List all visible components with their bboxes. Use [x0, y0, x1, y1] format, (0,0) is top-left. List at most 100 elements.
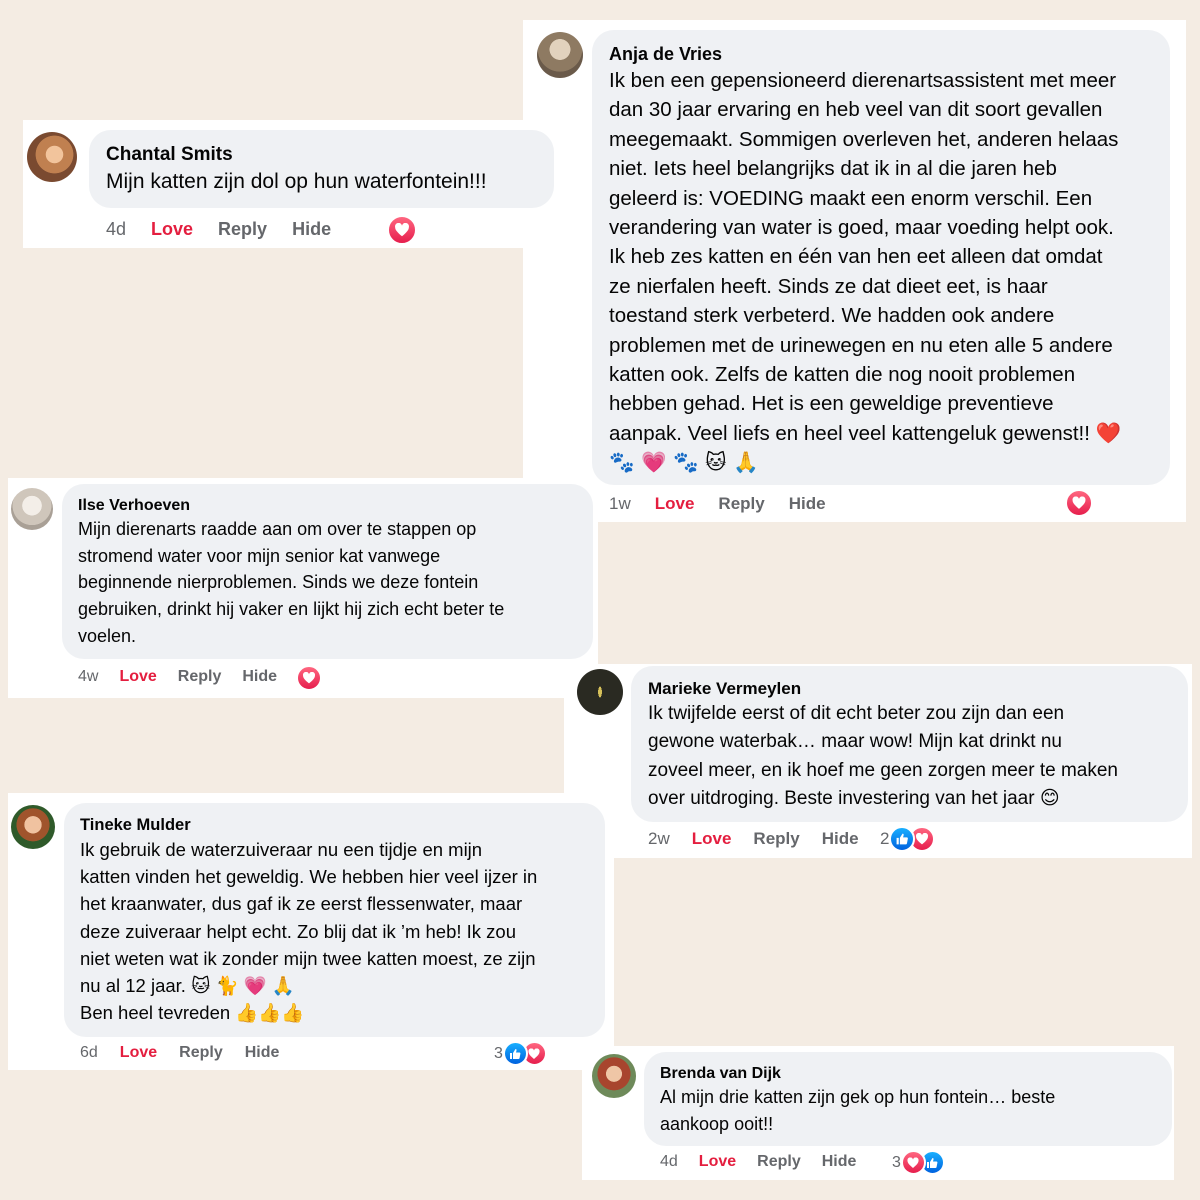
comment-actions: 4d Love Reply Hide — [106, 219, 331, 240]
timestamp[interactable]: 4d — [106, 219, 126, 240]
avatar[interactable] — [537, 32, 583, 78]
hide-button[interactable]: Hide — [822, 829, 859, 849]
comment-text: Al mijn drie katten zijn gek op hun font… — [660, 1084, 1158, 1138]
comment-text-line: deze zuiveraar helpt echt. Zo blij dat i… — [80, 920, 516, 942]
hide-button[interactable]: Hide — [242, 668, 277, 686]
reaction-count: 2 — [880, 829, 890, 848]
author-name[interactable]: Brenda van Dijk — [660, 1063, 1158, 1084]
comment-bubble: Ilse Verhoeven Mijn dierenarts raadde aa… — [62, 484, 593, 659]
reply-button[interactable]: Reply — [178, 668, 222, 686]
timestamp[interactable]: 4w — [78, 668, 98, 686]
comment-actions: 4d Love Reply Hide — [660, 1153, 856, 1171]
reply-button[interactable]: Reply — [718, 494, 764, 514]
comment-text-line: Ik gebruik de waterzuiveraar nu een tijd… — [80, 839, 483, 860]
timestamp[interactable]: 2w — [648, 829, 670, 849]
comment-text-line: Mijn dierenarts raadde aan om over te st… — [78, 519, 477, 539]
comment-text-line: ze nierfalen heeft. Sinds ze dat dieet e… — [609, 274, 1048, 298]
comment-text-line: het kraanwater, dus gaf ik ze eerst fles… — [80, 893, 523, 915]
heart-icon — [900, 1150, 926, 1175]
timestamp[interactable]: 6d — [80, 1044, 98, 1062]
comment-text-line: Ben heel tevreden 👍👍👍 — [80, 1002, 305, 1024]
comment-text-line: niet weten wat ik zonder mijn twee katte… — [80, 947, 536, 969]
comment-text: Ik gebruik de waterzuiveraar nu een tijd… — [80, 836, 591, 1026]
comment-text-line: meegemaakt. Sommigen overleven het, ande… — [609, 127, 1119, 151]
comment-text-line: beginnende nierproblemen. Sinds we deze … — [78, 572, 479, 593]
comment-text-line: dan 30 jaar ervaring en heb veel van dit… — [609, 98, 1103, 122]
comment-text-line: nu al 12 jaar. 🐱 🐈 💗 🙏 — [80, 975, 295, 997]
comment-text-line: Ik twijfelde eerst of dit echt beter zou… — [648, 703, 1065, 724]
reply-button[interactable]: Reply — [753, 829, 799, 849]
avatar[interactable] — [577, 669, 623, 715]
comment-actions: 1w Love Reply Hide — [609, 494, 826, 514]
timestamp[interactable]: 1w — [609, 494, 631, 514]
author-name[interactable]: Tineke Mulder — [80, 814, 591, 836]
emoji-line: 🐾 💗 🐾 🐱 🙏 — [609, 450, 759, 475]
comment-text-line: Ik heb zes katten en één van hen eet all… — [609, 245, 1103, 269]
thumbs-up-icon — [889, 826, 916, 852]
hide-button[interactable]: Hide — [822, 1153, 857, 1171]
reaction-summary[interactable]: 3 — [494, 1041, 547, 1066]
reaction-count: 3 — [494, 1044, 503, 1062]
reaction-summary[interactable] — [296, 665, 322, 691]
love-button[interactable]: Love — [655, 494, 695, 514]
comment-text-line: niet. Iets heel belangrijks dat ik in al… — [609, 157, 1057, 181]
reaction-summary[interactable] — [1065, 489, 1093, 517]
comment-text-line: problemen met de urinewegen en nu eten a… — [609, 333, 1113, 357]
reply-button[interactable]: Reply — [218, 219, 267, 240]
thumbs-up-icon — [502, 1041, 528, 1066]
comment-bubble: Marieke Vermeylen Ik twijfelde eerst of … — [631, 666, 1188, 822]
reaction-summary[interactable] — [387, 215, 417, 245]
comment-text: Mijn katten zijn dol op hun waterfontein… — [106, 167, 538, 197]
author-name[interactable]: Chantal Smits — [106, 143, 538, 167]
comment-text: Ik twijfelde eerst of dit echt beter zou… — [648, 700, 1174, 813]
avatar[interactable] — [11, 805, 55, 849]
timestamp[interactable]: 4d — [660, 1153, 678, 1171]
hide-button[interactable]: Hide — [789, 494, 826, 514]
reply-button[interactable]: Reply — [757, 1153, 801, 1171]
comment-text-line: gebruiken, drinkt hij vaker en lijkt hij… — [78, 599, 505, 620]
comment-text-line: stromend water voor mijn senior kat vanw… — [78, 545, 441, 566]
reply-button[interactable]: Reply — [179, 1044, 223, 1062]
love-button[interactable]: Love — [120, 1044, 157, 1062]
author-name[interactable]: Anja de Vries — [609, 42, 1154, 66]
comment-text-line: aankoop ooit!! — [660, 1114, 774, 1134]
comment-text-line: zoveel meer, en ik hoef me geen zorgen m… — [648, 759, 1118, 781]
comment-text-line: toestand sterk verbeterd. We hadden ook … — [609, 304, 1055, 328]
reaction-summary[interactable]: 3 — [892, 1150, 945, 1175]
love-button[interactable]: Love — [699, 1153, 736, 1171]
comment-text-line: verandering van water is goed, maar voed… — [609, 216, 1114, 240]
avatar[interactable] — [27, 132, 77, 182]
comment-bubble: Brenda van Dijk Al mijn drie katten zijn… — [644, 1052, 1172, 1146]
comment-text-line: Al mijn drie katten zijn gek op hun font… — [660, 1087, 1056, 1107]
love-button[interactable]: Love — [692, 829, 732, 849]
comment-bubble: Chantal Smits Mijn katten zijn dol op hu… — [89, 130, 554, 208]
author-name[interactable]: Ilse Verhoeven — [78, 496, 579, 516]
hide-button[interactable]: Hide — [292, 219, 331, 240]
comment-text-line: voelen. — [78, 625, 137, 646]
comment-card-brenda: Brenda van Dijk Al mijn drie katten zijn… — [582, 1046, 1174, 1180]
author-name[interactable]: Marieke Vermeylen — [648, 678, 1174, 700]
comment-text-line: katten ook. Zelfs de katten die nog nooi… — [609, 363, 1076, 387]
comment-bubble: Tineke Mulder Ik gebruik de waterzuivera… — [64, 803, 605, 1037]
love-button[interactable]: Love — [151, 219, 193, 240]
comment-text-line: hebben gehad. Het is een geweldige preve… — [609, 392, 1054, 416]
comment-actions: 2w Love Reply Hide — [648, 829, 859, 849]
comment-text-line: geleerd is: VOEDING maakt een enorm vers… — [609, 186, 1093, 210]
avatar[interactable] — [592, 1054, 636, 1098]
reaction-summary[interactable]: 2 — [880, 826, 936, 852]
comment-card-chantal: Chantal Smits Mijn katten zijn dol op hu… — [23, 120, 554, 248]
comment-bubble: Anja de Vries Ik ben een gepensioneerd d… — [592, 30, 1170, 485]
heart-icon — [296, 665, 322, 691]
love-button[interactable]: Love — [119, 668, 156, 686]
comment-card-anja: Anja de Vries Ik ben een gepensioneerd d… — [523, 20, 1186, 522]
comment-actions: 4w Love Reply Hide — [78, 668, 277, 686]
comment-actions: 6d Love Reply Hide — [80, 1044, 279, 1062]
comment-card-marieke: Marieke Vermeylen Ik twijfelde eerst of … — [564, 664, 1192, 858]
hide-button[interactable]: Hide — [245, 1044, 280, 1062]
comment-text-line: katten vinden het geweldig. We hebben hi… — [80, 866, 538, 888]
comment-text-line: Ik ben een gepensioneerd dierenartsassis… — [609, 69, 1117, 92]
avatar[interactable] — [11, 488, 53, 530]
comment-text: Mijn dierenarts raadde aan om over te st… — [78, 516, 579, 650]
heart-icon — [387, 215, 417, 245]
comment-text-line: Mijn katten zijn dol op hun waterfontein… — [106, 170, 487, 193]
